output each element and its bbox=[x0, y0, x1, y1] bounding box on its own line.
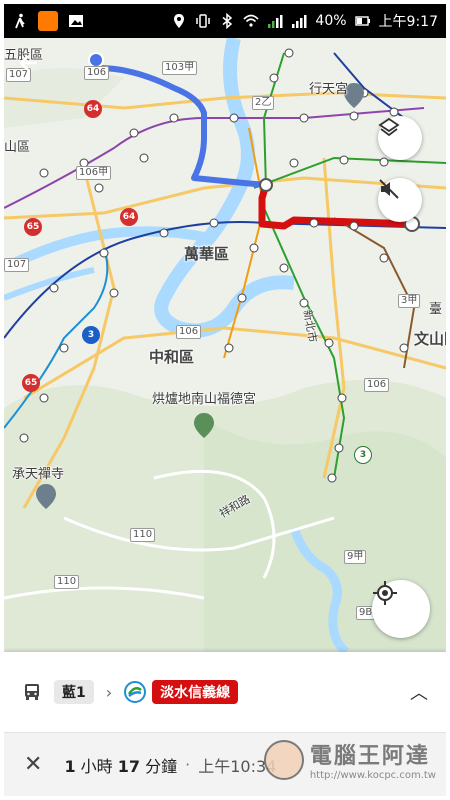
road-shield: 103甲 bbox=[162, 61, 198, 75]
chevron-right-icon: › bbox=[105, 682, 113, 702]
trip-duration: 1 小時 17 分鐘 bbox=[64, 753, 177, 777]
back-button[interactable] bbox=[18, 52, 52, 86]
watermark-url: http://www.kocpc.com.tw bbox=[309, 770, 436, 781]
route-bottom-sheet[interactable]: 藍1 › 淡水信義線 ︿ ✕ 1 小時 17 分鐘 · 上午10:34 電腦王阿… bbox=[4, 652, 446, 796]
duration-minutes: 17 bbox=[117, 756, 141, 776]
watermark-mascot-icon bbox=[263, 739, 304, 780]
image-notification-icon bbox=[69, 15, 83, 27]
map-label-hongzhu: 烘爐地南山福德宮 bbox=[152, 392, 257, 407]
volume-off-icon bbox=[379, 179, 399, 199]
map-label-chengtian: 承天禪寺 bbox=[12, 467, 65, 482]
status-clock: 上午9:17 bbox=[378, 14, 438, 30]
map-label-tai: 臺 bbox=[429, 302, 443, 317]
vibrate-icon bbox=[196, 14, 211, 28]
highway-shield: 64 bbox=[84, 100, 102, 118]
duration-hour-unit: 小時 bbox=[75, 756, 118, 776]
walking-icon bbox=[15, 13, 25, 29]
signal-icon bbox=[268, 15, 283, 28]
map-label-xingtian: 行天宮 bbox=[309, 82, 349, 97]
battery-icon bbox=[354, 16, 370, 26]
mute-voice-button[interactable] bbox=[378, 178, 422, 222]
map-label-shan: 山區 bbox=[4, 140, 31, 155]
road-shield: 9甲 bbox=[344, 550, 367, 564]
layers-button[interactable] bbox=[378, 116, 422, 160]
road-shield: 107 bbox=[4, 258, 30, 272]
chevron-up-icon[interactable]: ︿ bbox=[410, 679, 428, 705]
my-location-button[interactable] bbox=[372, 580, 430, 638]
route-summary-row[interactable]: 藍1 › 淡水信義線 ︿ bbox=[4, 652, 446, 732]
road-shield: 106 bbox=[84, 66, 110, 80]
bluetooth-icon bbox=[222, 13, 233, 29]
signal-icon-2 bbox=[292, 15, 307, 28]
map-label-zhonghe: 中和區 bbox=[149, 348, 195, 366]
highway-shield: 64 bbox=[120, 208, 138, 226]
battery-percentage: 40% bbox=[315, 13, 347, 29]
highway-shield: 65 bbox=[24, 218, 42, 236]
road-shield: 3甲 bbox=[398, 294, 421, 308]
separator-dot: · bbox=[185, 755, 191, 774]
road-shield: 106 bbox=[364, 378, 390, 392]
close-icon[interactable]: ✕ bbox=[24, 752, 42, 777]
map-view[interactable]: 五股區 行天宮 山區 萬華區 中和區 烘爐地南山福德宮 承天禪寺 祥和路 新北市… bbox=[4, 38, 446, 652]
watermark: 電腦王阿達 http://www.kocpc.com.tw bbox=[263, 738, 436, 781]
highway-shield: 3 bbox=[82, 326, 100, 344]
road-shield: 110 bbox=[54, 575, 80, 589]
map-label-wenshan: 文山區 bbox=[414, 330, 446, 348]
duration-hours: 1 bbox=[64, 756, 76, 776]
crosshair-icon bbox=[373, 581, 397, 605]
wifi-icon bbox=[243, 14, 259, 27]
bus-line-chip: 藍1 bbox=[54, 680, 94, 704]
status-bar: 40% 上午9:17 bbox=[4, 4, 446, 38]
phone-screen: 40% 上午9:17 五股區 行天宮 山區 萬華區 中和區 烘爐地南山福德宮 承… bbox=[4, 4, 446, 796]
road-shield: 110 bbox=[130, 528, 156, 542]
road-shield: 2乙 bbox=[252, 96, 275, 110]
road-shield: 106 bbox=[176, 325, 202, 339]
highway-shield: 65 bbox=[22, 374, 40, 392]
bus-icon bbox=[25, 684, 39, 700]
layers-icon bbox=[378, 117, 400, 137]
metro-icon bbox=[124, 681, 147, 703]
map-label-wanhua: 萬華區 bbox=[184, 245, 230, 263]
location-icon bbox=[174, 14, 185, 28]
highway-shield: 3 bbox=[354, 446, 372, 464]
duration-minute-unit: 分鐘 bbox=[140, 756, 178, 776]
metro-line-chip: 淡水信義線 bbox=[152, 680, 239, 704]
road-shield: 106甲 bbox=[76, 166, 112, 180]
app-notification-icon bbox=[38, 11, 58, 31]
watermark-title: 電腦王阿達 bbox=[309, 744, 430, 769]
arrow-back-icon bbox=[19, 55, 37, 71]
